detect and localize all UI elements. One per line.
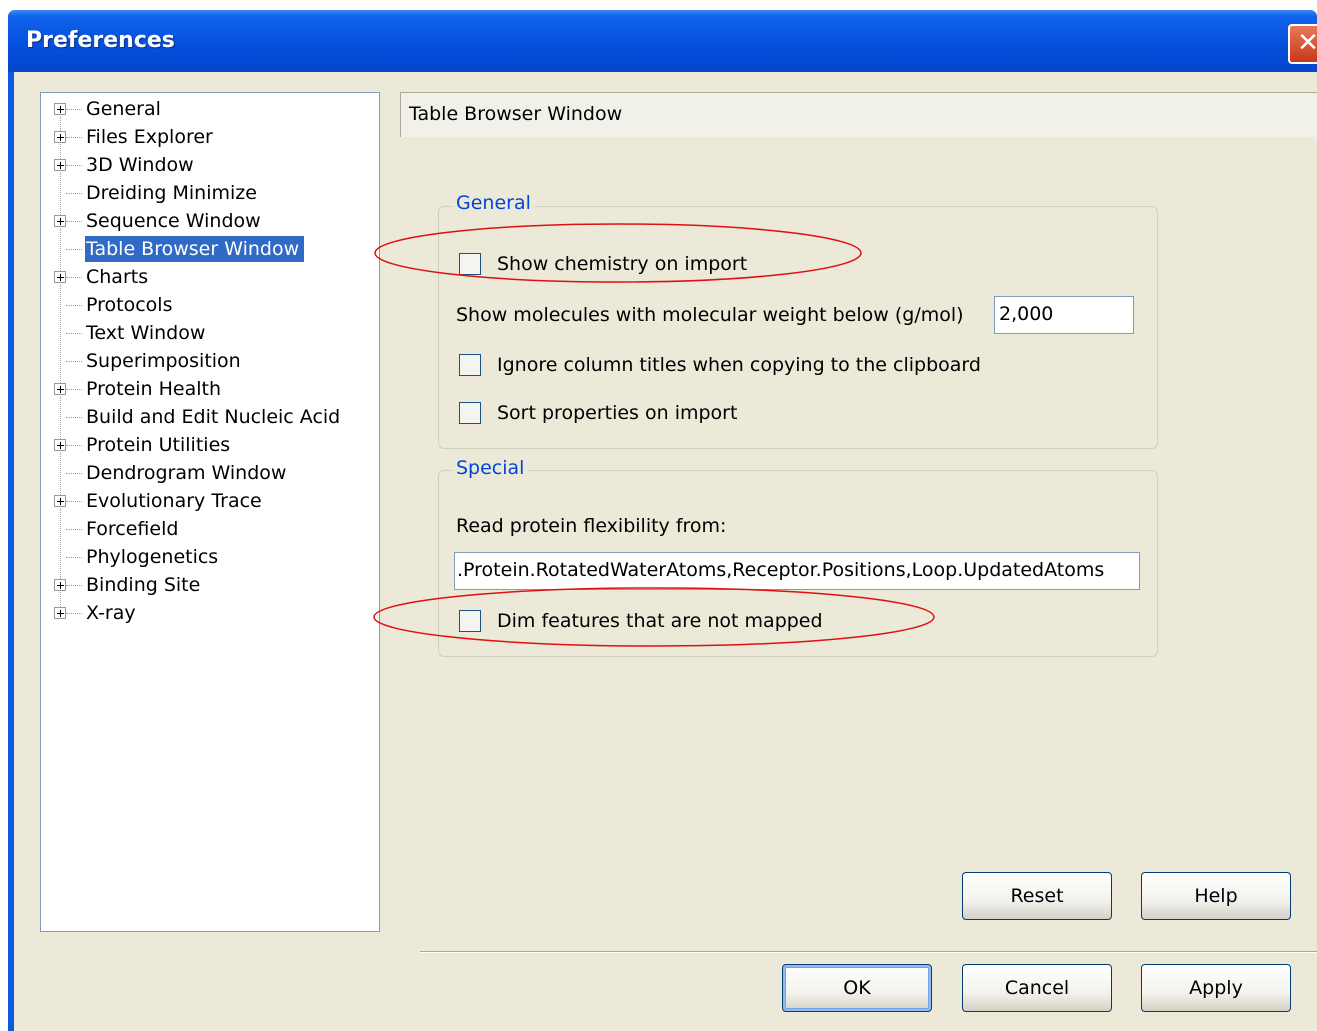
- tree-item-label: Superimposition: [86, 350, 241, 372]
- tree-item[interactable]: General: [41, 96, 377, 122]
- tree-connector-line: [66, 501, 82, 502]
- tree-connector-line: [66, 585, 82, 586]
- title-bar[interactable]: Preferences ✕: [8, 10, 1317, 72]
- apply-button[interactable]: Apply: [1141, 964, 1291, 1012]
- tree-item[interactable]: Build and Edit Nucleic Acid: [41, 404, 377, 430]
- tree-item[interactable]: Dreiding Minimize: [41, 180, 377, 206]
- tree-item-label: 3D Window: [86, 154, 194, 176]
- tree-item[interactable]: 3D Window: [41, 152, 377, 178]
- expand-plus-icon[interactable]: [54, 215, 66, 227]
- cancel-button[interactable]: Cancel: [962, 964, 1112, 1012]
- tree-connector-line: [66, 361, 82, 362]
- tree-item[interactable]: Protein Health: [41, 376, 377, 402]
- tree-connector-line: [66, 305, 82, 306]
- preferences-tree[interactable]: General Files Explorer 3D Window Dreiding M…: [40, 92, 380, 932]
- tree-item[interactable]: Phylogenetics: [41, 544, 377, 570]
- expand-plus-icon[interactable]: [54, 579, 66, 591]
- flexibility-input[interactable]: .Protein.RotatedWaterAtoms,Receptor.Posi…: [454, 552, 1140, 590]
- tree-item-label: Sequence Window: [86, 210, 261, 232]
- dim-features-checkbox[interactable]: [459, 610, 481, 632]
- tree-item[interactable]: Superimposition: [41, 348, 377, 374]
- tree-item[interactable]: X-ray: [41, 600, 377, 626]
- expand-plus-icon[interactable]: [54, 607, 66, 619]
- general-group-title: General: [453, 192, 534, 214]
- tree-item-label: Protocols: [86, 294, 173, 316]
- tree-item[interactable]: Table Browser Window: [41, 236, 377, 262]
- show-chemistry-checkbox[interactable]: [459, 253, 481, 275]
- tree-connector-line: [66, 473, 82, 474]
- sort-properties-checkbox[interactable]: [459, 402, 481, 424]
- tree-item[interactable]: Protein Utilities: [41, 432, 377, 458]
- tree-connector-line: [66, 221, 82, 222]
- tree-connector-line: [66, 277, 82, 278]
- reset-button[interactable]: Reset: [962, 872, 1112, 920]
- tree-item-label: Forcefield: [86, 518, 179, 540]
- expand-plus-icon[interactable]: [54, 439, 66, 451]
- tree-item-label: Text Window: [86, 322, 206, 344]
- tree-connector-line: [66, 193, 82, 194]
- special-group-title: Special: [453, 457, 528, 479]
- ignore-titles-checkbox[interactable]: [459, 354, 481, 376]
- tree-item[interactable]: Dendrogram Window: [41, 460, 377, 486]
- tree-item-label: Evolutionary Trace: [86, 490, 262, 512]
- show-chemistry-row[interactable]: Show chemistry on import: [459, 251, 819, 281]
- molecular-weight-input[interactable]: 2,000: [994, 296, 1134, 334]
- sort-properties-label: Sort properties on import: [497, 402, 738, 424]
- tree-item[interactable]: Text Window: [41, 320, 377, 346]
- tree-connector-line: [66, 137, 82, 138]
- show-chemistry-label: Show chemistry on import: [497, 253, 748, 275]
- expand-plus-icon[interactable]: [54, 103, 66, 115]
- tree-connector-line: [66, 557, 82, 558]
- molecular-weight-label: Show molecules with molecular weight bel…: [456, 304, 964, 326]
- expand-plus-icon[interactable]: [54, 159, 66, 171]
- tree-connector-line: [66, 249, 82, 250]
- ignore-titles-row[interactable]: Ignore column titles when copying to the…: [459, 352, 1019, 382]
- ok-button[interactable]: OK: [782, 964, 932, 1012]
- tree-item[interactable]: Protocols: [41, 292, 377, 318]
- tree-item[interactable]: Binding Site: [41, 572, 377, 598]
- tree-item-label: Build and Edit Nucleic Acid: [86, 406, 341, 428]
- section-header: Table Browser Window: [400, 92, 1317, 137]
- tree-connector-line: [66, 165, 82, 166]
- tree-connector-line: [66, 613, 82, 614]
- preferences-dialog: Preferences ✕ General Files Explorer 3D Wi…: [8, 10, 1317, 1031]
- tree-item[interactable]: Charts: [41, 264, 377, 290]
- tree-item-label: Files Explorer: [86, 126, 213, 148]
- tree-item-label: X-ray: [86, 602, 136, 624]
- tree-connector-line: [66, 389, 82, 390]
- tree-item-label: Binding Site: [86, 574, 201, 596]
- expand-plus-icon[interactable]: [54, 131, 66, 143]
- tree-item[interactable]: Forcefield: [41, 516, 377, 542]
- expand-plus-icon[interactable]: [54, 383, 66, 395]
- tree-connector-line: [66, 109, 82, 110]
- tree-item-label: Protein Health: [86, 378, 222, 400]
- expand-plus-icon[interactable]: [54, 271, 66, 283]
- ignore-titles-label: Ignore column titles when copying to the…: [497, 354, 981, 376]
- tree-item-label: Charts: [86, 266, 149, 288]
- expand-plus-icon[interactable]: [54, 495, 66, 507]
- tree-connector-line: [66, 333, 82, 334]
- dim-features-row[interactable]: Dim features that are not mapped: [459, 608, 859, 638]
- footer-separator: [420, 951, 1317, 953]
- tree-item[interactable]: Sequence Window: [41, 208, 377, 234]
- help-button[interactable]: Help: [1141, 872, 1291, 920]
- flexibility-label: Read protein flexibility from:: [456, 515, 727, 537]
- dialog-title: Preferences: [26, 28, 175, 53]
- tree-connector-line: [66, 445, 82, 446]
- tree-item-label: General: [86, 98, 161, 120]
- tree-connector-line: [66, 417, 82, 418]
- tree-item-label: Dreiding Minimize: [86, 182, 257, 204]
- tree-item[interactable]: Evolutionary Trace: [41, 488, 377, 514]
- tree-item-label: Protein Utilities: [86, 434, 231, 456]
- tree-item-label: Dendrogram Window: [86, 462, 287, 484]
- tree-item-label: Phylogenetics: [86, 546, 219, 568]
- tree-connector-line: [66, 529, 82, 530]
- sort-properties-row[interactable]: Sort properties on import: [459, 400, 819, 430]
- tree-item[interactable]: Files Explorer: [41, 124, 377, 150]
- close-icon[interactable]: ✕: [1288, 24, 1317, 64]
- dialog-body: General Files Explorer 3D Window Dreiding M…: [14, 72, 1317, 1031]
- dim-features-label: Dim features that are not mapped: [497, 610, 823, 632]
- tree-item-label: Table Browser Window: [85, 236, 305, 262]
